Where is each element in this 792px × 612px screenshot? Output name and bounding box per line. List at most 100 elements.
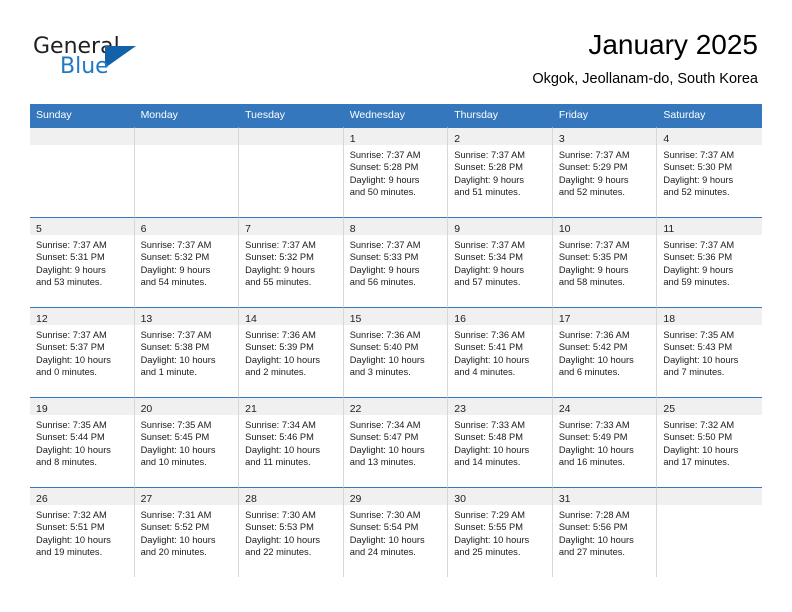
calendar-week-row: 19 Sunrise: 7:35 AM Sunset: 5:44 PM Dayligh… xyxy=(30,397,762,487)
sunrise-text: Sunrise: 7:37 AM xyxy=(349,240,421,250)
calendar-day-cell[interactable]: 26 Sunrise: 7:32 AM Sunset: 5:51 PM Dayligh… xyxy=(30,487,135,577)
calendar-cell-container xyxy=(239,127,344,217)
calendar-day-cell[interactable]: 30 Sunrise: 7:29 AM Sunset: 5:55 PM Dayligh… xyxy=(448,487,553,577)
calendar-day-cell[interactable]: 31 Sunrise: 7:28 AM Sunset: 5:56 PM Dayligh… xyxy=(552,487,658,577)
day-details: Sunrise: 7:36 AM Sunset: 5:42 PM Daylight:… xyxy=(553,325,657,379)
sunset-text: Sunset: 5:45 PM xyxy=(140,432,210,443)
day-number: 26 xyxy=(36,493,48,505)
day-details: Sunrise: 7:37 AM Sunset: 5:29 PM Daylight:… xyxy=(553,145,657,199)
calendar-day-cell-empty xyxy=(134,127,240,217)
calendar-day-cell[interactable]: 28 Sunrise: 7:30 AM Sunset: 5:53 PM Dayligh… xyxy=(239,487,344,577)
calendar-day-cell[interactable]: 5 Sunrise: 7:37 AM Sunset: 5:31 PM Daylight… xyxy=(30,217,135,307)
daylight-text-line2: and 52 minutes. xyxy=(558,187,625,198)
daylight-text-line1: Daylight: 10 hours xyxy=(663,444,739,455)
calendar-day-cell[interactable]: 4 Sunrise: 7:37 AM Sunset: 5:30 PM Daylight… xyxy=(657,127,762,217)
calendar-cell-container xyxy=(30,127,135,217)
day-number-bar: 31 xyxy=(552,488,657,505)
daylight-text-line2: and 10 minutes. xyxy=(140,457,207,468)
calendar-day-cell[interactable]: 19 Sunrise: 7:35 AM Sunset: 5:44 PM Dayligh… xyxy=(30,397,135,487)
daylight-text-line2: and 58 minutes. xyxy=(558,277,625,288)
logo-text-blue: Blue xyxy=(60,54,109,79)
calendar-day-cell[interactable]: 1 Sunrise: 7:37 AM Sunset: 5:28 PM Daylight… xyxy=(343,127,449,217)
daylight-text-line2: and 50 minutes. xyxy=(349,187,416,198)
sunset-text: Sunset: 5:50 PM xyxy=(663,432,733,443)
day-number-bar: 15 xyxy=(343,308,448,325)
day-details: Sunrise: 7:30 AM Sunset: 5:53 PM Daylight:… xyxy=(239,505,343,559)
day-number-bar: 24 xyxy=(552,398,657,415)
calendar-day-cell[interactable]: 17 Sunrise: 7:36 AM Sunset: 5:42 PM Dayligh… xyxy=(552,307,658,397)
calendar-week-row: 5 Sunrise: 7:37 AM Sunset: 5:31 PM Daylight… xyxy=(30,217,762,307)
day-number-bar: 1 xyxy=(343,128,448,145)
calendar-day-cell[interactable]: 3 Sunrise: 7:37 AM Sunset: 5:29 PM Daylight… xyxy=(552,127,658,217)
calendar-day-cell[interactable]: 7 Sunrise: 7:37 AM Sunset: 5:32 PM Daylight… xyxy=(239,217,344,307)
day-details: Sunrise: 7:37 AM Sunset: 5:28 PM Daylight:… xyxy=(344,145,448,199)
calendar-day-cell[interactable]: 12 Sunrise: 7:37 AM Sunset: 5:37 PM Dayligh… xyxy=(30,307,135,397)
calendar-day-cell[interactable]: 29 Sunrise: 7:30 AM Sunset: 5:54 PM Dayligh… xyxy=(343,487,449,577)
day-number: 11 xyxy=(663,223,675,235)
calendar-day-cell[interactable]: 8 Sunrise: 7:37 AM Sunset: 5:33 PM Daylight… xyxy=(343,217,449,307)
calendar-day-cell[interactable]: 27 Sunrise: 7:31 AM Sunset: 5:52 PM Dayligh… xyxy=(134,487,240,577)
daylight-text-line2: and 1 minute. xyxy=(140,367,197,378)
day-details: Sunrise: 7:34 AM Sunset: 5:47 PM Daylight:… xyxy=(344,415,448,469)
calendar-day-cell[interactable]: 14 Sunrise: 7:36 AM Sunset: 5:39 PM Dayligh… xyxy=(239,307,344,397)
calendar-week-row: 1 Sunrise: 7:37 AM Sunset: 5:28 PM Daylight… xyxy=(30,127,762,217)
calendar-day-cell[interactable]: 6 Sunrise: 7:37 AM Sunset: 5:32 PM Daylight… xyxy=(134,217,240,307)
sunset-text: Sunset: 5:32 PM xyxy=(245,252,314,263)
day-number-bar: 12 xyxy=(30,308,134,325)
calendar-cell-container: 1 Sunrise: 7:37 AM Sunset: 5:28 PM Daylight… xyxy=(343,127,449,217)
daylight-text-line1: Daylight: 10 hours xyxy=(245,444,321,455)
calendar-day-cell[interactable]: 18 Sunrise: 7:35 AM Sunset: 5:43 PM Dayligh… xyxy=(657,307,762,397)
daylight-text-line2: and 27 minutes. xyxy=(558,547,625,558)
calendar-day-cell[interactable]: 24 Sunrise: 7:33 AM Sunset: 5:49 PM Dayligh… xyxy=(552,397,658,487)
sunset-text: Sunset: 5:46 PM xyxy=(245,432,314,443)
day-number-bar: 2 xyxy=(448,128,552,145)
calendar-day-cell[interactable]: 16 Sunrise: 7:36 AM Sunset: 5:41 PM Dayligh… xyxy=(448,307,553,397)
daylight-text-line2: and 8 minutes. xyxy=(36,457,97,468)
calendar-day-cell-empty xyxy=(239,127,344,217)
calendar-day-cell[interactable]: 22 Sunrise: 7:34 AM Sunset: 5:47 PM Dayligh… xyxy=(343,397,449,487)
calendar-cell-container: 2 Sunrise: 7:37 AM Sunset: 5:28 PM Daylight… xyxy=(448,127,553,217)
day-details: Sunrise: 7:30 AM Sunset: 5:54 PM Daylight:… xyxy=(344,505,448,559)
day-number-bar: 26 xyxy=(30,488,134,505)
sunset-text: Sunset: 5:29 PM xyxy=(558,162,628,173)
calendar-day-cell[interactable]: 20 Sunrise: 7:35 AM Sunset: 5:45 PM Dayligh… xyxy=(134,397,240,487)
calendar-cell-container: 30 Sunrise: 7:29 AM Sunset: 5:55 PM Dayligh… xyxy=(448,487,553,577)
day-details: Sunrise: 7:31 AM Sunset: 5:52 PM Daylight:… xyxy=(135,505,239,559)
daylight-text-line1: Daylight: 9 hours xyxy=(558,264,629,275)
sunset-text: Sunset: 5:39 PM xyxy=(245,342,314,353)
calendar-cell-container: 8 Sunrise: 7:37 AM Sunset: 5:33 PM Daylight… xyxy=(343,217,449,307)
calendar-day-cell[interactable]: 15 Sunrise: 7:36 AM Sunset: 5:40 PM Dayligh… xyxy=(343,307,449,397)
calendar-day-cell[interactable]: 10 Sunrise: 7:37 AM Sunset: 5:35 PM Dayligh… xyxy=(552,217,658,307)
day-number: 6 xyxy=(140,223,147,235)
day-details: Sunrise: 7:35 AM Sunset: 5:43 PM Daylight:… xyxy=(657,325,762,379)
daylight-text-line2: and 55 minutes. xyxy=(245,277,312,288)
calendar-day-cell[interactable]: 13 Sunrise: 7:37 AM Sunset: 5:38 PM Dayligh… xyxy=(134,307,240,397)
sunset-text: Sunset: 5:56 PM xyxy=(558,522,628,533)
daylight-text-line1: Daylight: 10 hours xyxy=(245,534,321,545)
daylight-text-line1: Daylight: 10 hours xyxy=(36,354,111,365)
sunrise-text: Sunrise: 7:33 AM xyxy=(558,420,630,430)
calendar-cell-container: 24 Sunrise: 7:33 AM Sunset: 5:49 PM Dayligh… xyxy=(552,397,658,487)
calendar-day-cell[interactable]: 25 Sunrise: 7:32 AM Sunset: 5:50 PM Dayligh… xyxy=(657,397,762,487)
calendar-cell-container: 6 Sunrise: 7:37 AM Sunset: 5:32 PM Daylight… xyxy=(134,217,240,307)
day-number: 12 xyxy=(36,313,48,325)
day-number: 29 xyxy=(349,493,362,505)
day-details: Sunrise: 7:37 AM Sunset: 5:28 PM Daylight:… xyxy=(448,145,552,199)
daylight-text-line2: and 20 minutes. xyxy=(140,547,207,558)
sunrise-text: Sunrise: 7:37 AM xyxy=(558,240,630,250)
calendar-day-cell[interactable]: 11 Sunrise: 7:37 AM Sunset: 5:36 PM Dayligh… xyxy=(657,217,762,307)
day-number-bar: 13 xyxy=(134,308,239,325)
calendar-week-row: 12 Sunrise: 7:37 AM Sunset: 5:37 PM Dayligh… xyxy=(30,307,762,397)
calendar-day-cell[interactable]: 21 Sunrise: 7:34 AM Sunset: 5:46 PM Dayligh… xyxy=(239,397,344,487)
general-blue-logo[interactable]: General Blue xyxy=(33,34,213,86)
calendar-day-cell[interactable]: 9 Sunrise: 7:37 AM Sunset: 5:34 PM Daylight… xyxy=(448,217,553,307)
day-number: 31 xyxy=(558,493,571,505)
calendar-day-cell[interactable]: 2 Sunrise: 7:37 AM Sunset: 5:28 PM Daylight… xyxy=(448,127,553,217)
daylight-text-line2: and 6 minutes. xyxy=(558,367,620,378)
daylight-text-line1: Daylight: 10 hours xyxy=(454,534,530,545)
calendar-day-cell[interactable]: 23 Sunrise: 7:33 AM Sunset: 5:48 PM Dayligh… xyxy=(448,397,553,487)
sunset-text: Sunset: 5:28 PM xyxy=(349,162,419,173)
calendar-body: 1 Sunrise: 7:37 AM Sunset: 5:28 PM Daylight… xyxy=(30,127,762,577)
day-details: Sunrise: 7:37 AM Sunset: 5:33 PM Daylight:… xyxy=(344,235,448,289)
sunset-text: Sunset: 5:43 PM xyxy=(663,342,733,353)
